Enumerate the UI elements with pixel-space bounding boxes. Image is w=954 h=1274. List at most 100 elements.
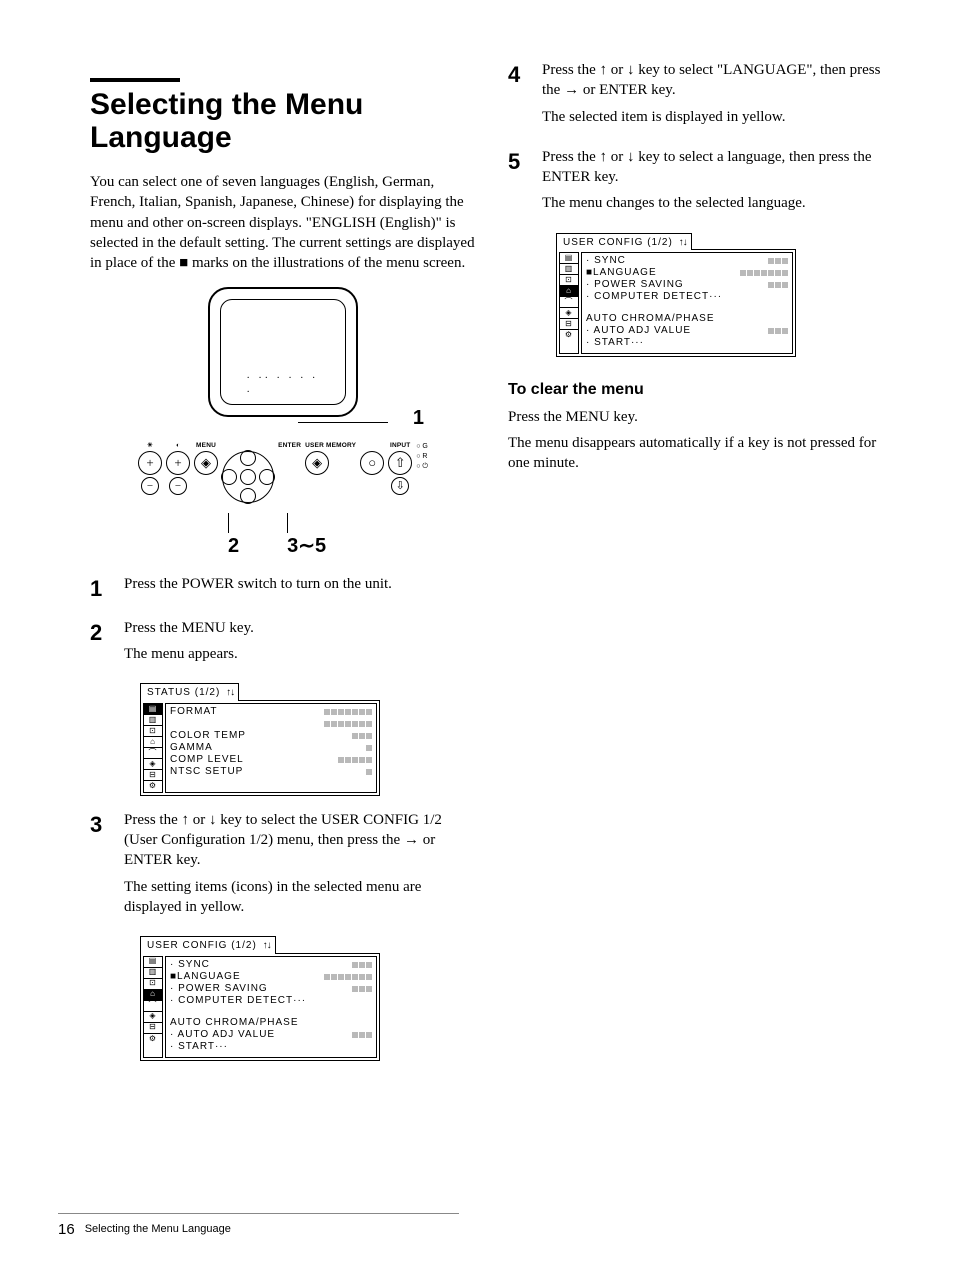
dpad[interactable] — [222, 451, 274, 503]
contrast-minus[interactable]: − — [169, 477, 187, 495]
osd-row[interactable]: COMP LEVEL — [170, 754, 372, 766]
menu-button[interactable]: ◈ — [194, 451, 218, 475]
led-column: G R ⏻ — [416, 442, 428, 471]
osd-category-icon[interactable]: ⊟ — [144, 1023, 162, 1034]
step-number: 5 — [508, 147, 542, 220]
monitor-bezel: · ·· · · · · · — [208, 287, 358, 417]
usermem-button[interactable]: ○ — [360, 451, 384, 475]
osd-row[interactable]: AUTO CHROMA/PHASE — [170, 1017, 372, 1029]
osd-category-icon[interactable]: ⊡ — [560, 275, 578, 286]
osd-category-icon[interactable]: ⊟ — [560, 319, 578, 330]
arrow-up-icon — [182, 812, 190, 828]
input-up[interactable]: ⇧ — [388, 451, 412, 475]
arrow-down-icon — [209, 812, 217, 828]
osd-row-value — [338, 757, 372, 763]
osd-row-value — [352, 1032, 372, 1038]
osd-icon-column: ▤▥⊡⌂⌒◈⊟⚙ — [143, 703, 163, 793]
step-text: The menu appears. — [124, 644, 476, 664]
brightness-minus[interactable]: − — [141, 477, 159, 495]
osd-row[interactable]: · SYNC — [170, 959, 372, 971]
osd-category-icon[interactable]: ⚙ — [560, 330, 578, 341]
arrow-down-icon — [627, 149, 635, 165]
osd-row[interactable]: · START··· — [170, 1041, 372, 1053]
input-down[interactable]: ⇩ — [391, 477, 409, 495]
bezel-indicators: · ·· · · · · · — [247, 372, 320, 399]
dpad-up-icon[interactable] — [240, 450, 256, 466]
osd-category-icon[interactable]: ▥ — [144, 715, 162, 726]
osd-row[interactable]: · AUTO ADJ VALUE — [586, 325, 788, 337]
step-number: 2 — [90, 618, 124, 671]
osd-row[interactable]: · POWER SAVING — [170, 983, 372, 995]
contrast-plus[interactable]: + — [166, 451, 190, 475]
osd-category-icon[interactable]: ▥ — [144, 968, 162, 979]
osd-category-icon[interactable]: ⊡ — [144, 979, 162, 990]
osd-category-icon[interactable]: ▥ — [560, 264, 578, 275]
osd-row[interactable]: ■LANGUAGE — [586, 267, 788, 279]
osd-row[interactable]: · START··· — [586, 337, 788, 349]
osd-category-icon[interactable]: ▤ — [144, 704, 162, 715]
osd-category-icon[interactable]: ⌒ — [144, 1001, 162, 1012]
callout-3-5: 3∼5 — [287, 537, 326, 560]
osd-row[interactable]: ■LANGUAGE — [170, 971, 372, 983]
intro-paragraph: You can select one of seven languages (E… — [90, 172, 476, 273]
led-power-icon: ⏻ — [416, 462, 428, 472]
osd-category-icon[interactable]: ⌂ — [144, 737, 162, 748]
osd-category-icon[interactable]: ⌂ — [560, 286, 578, 297]
osd-category-icon[interactable]: ⌂ — [144, 990, 162, 1001]
step-2: 2 Press the MENU key. The menu appears. — [90, 618, 476, 671]
menu-group: MENU ◈ — [194, 442, 218, 475]
osd-row[interactable]: COLOR TEMP — [170, 730, 372, 742]
osd-category-icon[interactable]: ▤ — [560, 253, 578, 264]
dpad-center-icon[interactable] — [240, 469, 256, 485]
dpad-left-icon[interactable] — [221, 469, 237, 485]
osd-row-label: · START··· — [170, 1040, 228, 1054]
osd-row[interactable]: · COMPUTER DETECT··· — [170, 995, 372, 1007]
osd-category-icon[interactable]: ◈ — [144, 1012, 162, 1023]
osd-row[interactable]: · SYNC — [586, 255, 788, 267]
osd-category-icon[interactable]: ⚙ — [144, 781, 162, 792]
arrow-right-icon — [404, 832, 419, 848]
dpad-right-icon[interactable] — [259, 469, 275, 485]
osd-row-label: FORMAT — [170, 705, 217, 719]
osd-category-icon[interactable]: ◈ — [560, 308, 578, 319]
step-text: Press the MENU key. — [124, 618, 476, 638]
osd-icon-column: ▤▥⊡⌂⌒◈⊟⚙ — [559, 252, 579, 354]
osd-category-icon[interactable]: ⌒ — [560, 297, 578, 308]
enter-label: ENTER — [278, 442, 301, 449]
arrow-up-icon — [600, 149, 608, 165]
osd-category-icon[interactable]: ⌒ — [144, 748, 162, 759]
osd-row-value — [352, 733, 372, 739]
menu-label: MENU — [194, 442, 218, 451]
control-row: ☀ +− ◐ +− MENU ◈ — [138, 437, 428, 509]
usermem-group: ○ — [360, 442, 384, 475]
title-block: Selecting the Menu Language — [90, 78, 476, 154]
brightness-plus[interactable]: + — [138, 451, 162, 475]
osd-row[interactable]: FORMAT — [170, 706, 372, 718]
osd-row[interactable]: NTSC SETUP — [170, 766, 372, 778]
step-body: Press the or key to select a language, t… — [542, 147, 894, 220]
osd-row[interactable]: · COMPUTER DETECT··· — [586, 291, 788, 303]
osd-category-icon[interactable]: ⚙ — [144, 1034, 162, 1045]
osd-body: ▤▥⊡⌂⌒◈⊟⚙ · SYNC■LANGUAGE· POWER SAVING· C… — [140, 953, 380, 1061]
usermem-label: USER MEMORY — [305, 442, 356, 449]
osd-body: ▤▥⊡⌂⌒◈⊟⚙ FORMAT COLOR TEMPGAMMACOMP LEVELN… — [140, 700, 380, 796]
arrow-right-icon — [564, 82, 579, 98]
osd-category-icon[interactable]: ⊟ — [144, 770, 162, 781]
step-text: Press the or key to select "LANGUAGE", t… — [542, 60, 894, 101]
step-text: Press the or key to select the USER CONF… — [124, 810, 476, 871]
arrow-down-icon — [627, 62, 635, 78]
dpad-down-icon[interactable] — [240, 488, 256, 504]
enter-button[interactable]: ◈ — [305, 451, 329, 475]
osd-row[interactable]: · AUTO ADJ VALUE — [170, 1029, 372, 1041]
left-column: Selecting the Menu Language You can sele… — [90, 60, 476, 1073]
osd-row[interactable] — [170, 718, 372, 730]
osd-row[interactable]: AUTO CHROMA/PHASE — [586, 313, 788, 325]
osd-category-icon[interactable]: ▤ — [144, 957, 162, 968]
osd-category-icon[interactable]: ⊡ — [144, 726, 162, 737]
osd-row[interactable]: · POWER SAVING — [586, 279, 788, 291]
step-3: 3 Press the or key to select the USER CO… — [90, 810, 476, 923]
osd-row[interactable]: GAMMA — [170, 742, 372, 754]
osd-category-icon[interactable]: ◈ — [144, 759, 162, 770]
led-g: G — [416, 442, 428, 452]
osd-row-label: · COMPUTER DETECT··· — [586, 290, 722, 304]
